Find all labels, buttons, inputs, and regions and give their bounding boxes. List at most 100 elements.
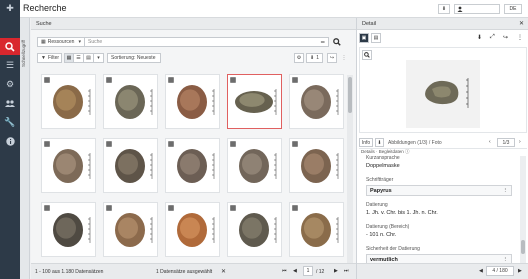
share-icon[interactable]: ↪ [327,53,337,63]
toolbar-row: ▼ Filter ▦ ☰ ▤ ▾ Sortierung: Neueste ⚙ ⬇ 1… [37,53,349,63]
search-icon[interactable] [0,38,20,55]
copy-icon[interactable] [168,141,174,147]
settings-icon[interactable]: ⚙ [294,53,304,63]
result-thumbnail[interactable] [289,202,344,257]
result-thumbnail[interactable] [289,138,344,193]
share-detail-icon[interactable]: ↪ [503,34,508,41]
zoom-icon[interactable] [362,50,372,60]
result-thumbnail[interactable] [41,202,96,257]
language-button[interactable]: DE [504,4,522,14]
detail-next-icon[interactable]: ▶ [518,268,522,274]
copy-icon[interactable] [44,141,50,147]
search-input[interactable]: Suche ⚌ [85,37,329,47]
result-count: 1 - 100 aus 1.180 Datensätzen [35,269,104,275]
field-value: Papyrus [370,187,392,194]
detail-header-label: Detail [362,20,377,27]
selected-count: 1 Datensätze ausgewählt [156,269,213,275]
result-thumbnail[interactable] [289,74,344,129]
copy-icon[interactable] [292,141,298,147]
field-select[interactable]: Papyrus ⋮ [366,185,512,196]
next-page-icon[interactable]: ▶ [334,268,338,274]
copy-icon[interactable] [292,77,298,83]
copy-icon[interactable] [230,141,236,147]
filter-button[interactable]: ▼ Filter [37,53,62,63]
detail-header: Detail ✕ [357,18,528,30]
copy-icon[interactable] [106,77,112,83]
object-image [301,149,339,183]
detail-scrollbar-thumb[interactable] [521,240,525,254]
result-thumbnail[interactable] [103,202,158,257]
clear-selection-icon[interactable]: ✕ [221,268,226,275]
prev-page-icon[interactable]: ◀ [293,268,297,274]
list-view-icon[interactable]: ☰ [74,53,84,63]
database-icon: ▦ [41,39,46,45]
result-thumbnail[interactable] [165,138,220,193]
close-icon[interactable]: ✕ [519,20,524,27]
results-scrollbar[interactable] [347,75,353,279]
result-thumbnail[interactable] [41,138,96,193]
selection-count[interactable]: ⬇ 1 [306,53,323,63]
image-view-icon[interactable]: ▣ [359,33,369,43]
result-thumbnail[interactable] [41,74,96,129]
result-thumbnail[interactable] [103,74,158,129]
gears-icon[interactable]: ⚙ [0,76,20,93]
result-thumbnail[interactable] [165,74,220,129]
result-thumbnail[interactable] [227,74,282,129]
more-icon[interactable]: ⋮ [339,53,349,63]
document-view-icon[interactable]: ▤ [371,33,381,43]
user-menu[interactable] [454,4,500,14]
prev-image-icon[interactable]: ‹ [489,139,491,145]
resource-type-select[interactable]: ▦ Ressourcen ▾ [37,37,85,47]
result-thumbnail[interactable] [165,202,220,257]
results-footer: 1 - 100 aus 1.180 Datensätzen 1 Datensät… [31,263,356,279]
top-bar: Recherche ⬇ DE [20,0,528,18]
first-page-icon[interactable]: ⏮ [282,268,287,274]
download-detail-icon[interactable]: ⬇ [477,34,482,41]
preview-area [359,47,527,133]
grid-view-icon[interactable]: ▦ [64,53,74,63]
copy-icon[interactable] [168,205,174,211]
info-icon[interactable] [0,133,20,150]
add-icon[interactable]: ✚ [0,0,20,17]
copy-icon[interactable] [230,77,236,83]
copy-icon[interactable] [44,205,50,211]
download-icon[interactable]: ⬇ [438,4,450,14]
detail-prev-icon[interactable]: ◀ [479,268,483,274]
next-image-icon[interactable]: › [519,139,521,145]
page-input[interactable]: 1 [303,266,313,276]
list-icon[interactable]: ☰ [0,57,20,74]
detail-scrollbar[interactable] [520,156,526,276]
copy-icon[interactable] [44,77,50,83]
wrench-icon[interactable]: 🔧 [0,114,20,131]
copy-icon[interactable] [168,77,174,83]
copy-icon[interactable] [292,205,298,211]
view-options-icon[interactable]: ▾ [94,53,104,63]
object-image [235,89,277,115]
sort-select[interactable]: Sortierung: Neueste [107,53,161,63]
scrollbar-thumb[interactable] [348,77,352,113]
table-view-icon[interactable]: ▤ [84,53,94,63]
last-page-icon[interactable]: ⏭ [344,268,349,274]
resource-type-label: Ressourcen [47,39,75,45]
users-icon[interactable] [0,95,20,112]
help-icon[interactable]: ⓘ [405,149,410,154]
download-image-icon[interactable]: ⬇ [375,138,384,147]
expand-icon[interactable]: ⤢ [490,34,495,41]
copy-icon[interactable] [106,141,112,147]
result-thumbnail[interactable] [103,138,158,193]
more-icon[interactable]: ⋮ [503,188,509,194]
info-tab[interactable]: Info [359,138,373,147]
more-detail-icon[interactable]: ⋮ [517,34,523,41]
quick-access-strip[interactable]: Schnellzugriff [20,18,30,279]
image-page: 1/3 [497,138,515,147]
result-thumbnail[interactable] [227,202,282,257]
copy-icon[interactable] [106,205,112,211]
search-submit-icon[interactable] [331,37,343,47]
more-icon[interactable]: ⋮ [503,257,509,263]
copy-icon[interactable] [230,205,236,211]
result-thumbnail[interactable] [227,138,282,193]
preview-image[interactable] [406,60,480,128]
sliders-icon[interactable]: ⚌ [321,39,325,45]
object-image [115,149,153,183]
object-image [301,85,339,119]
